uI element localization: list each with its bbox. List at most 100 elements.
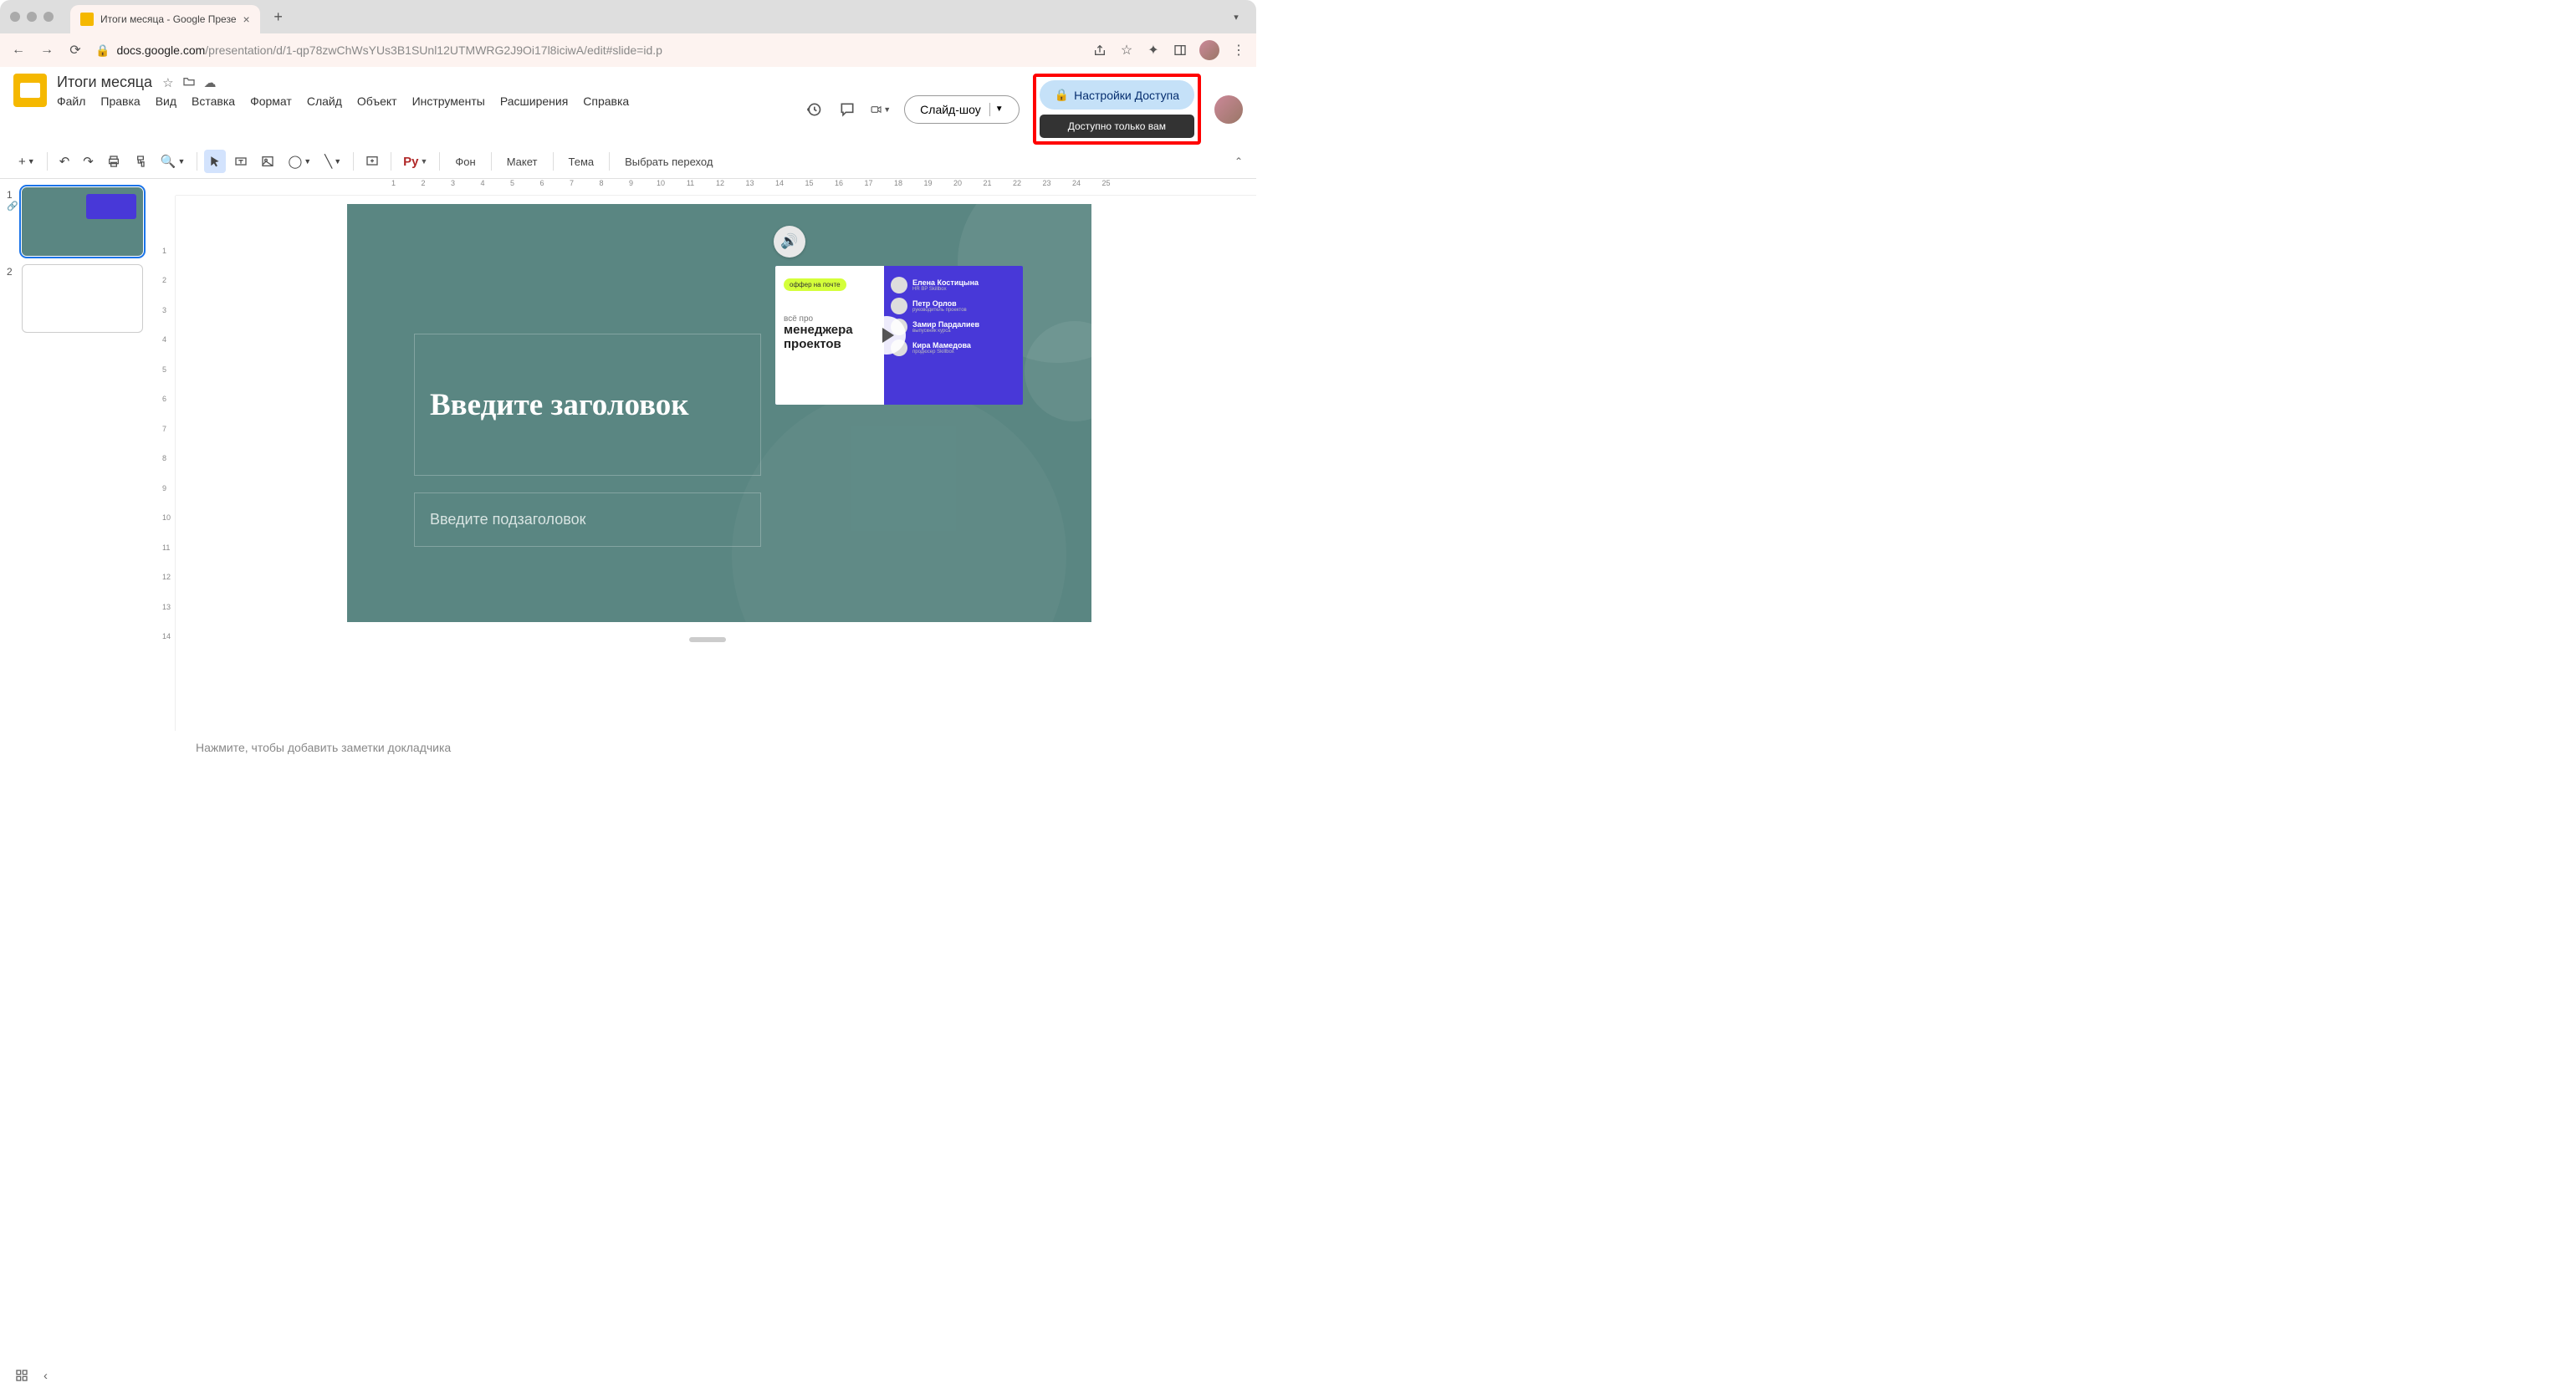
speaker-notes[interactable]: Нажмите, чтобы добавить заметки докладчи… xyxy=(176,731,1256,764)
slide-subtitle-placeholder[interactable]: Введите подзаголовок xyxy=(414,492,761,547)
new-slide-button[interactable]: + ▼ xyxy=(13,150,40,173)
audio-icon[interactable]: 🔊 xyxy=(774,226,805,258)
share-button[interactable]: 🔒 Настройки Доступа xyxy=(1040,80,1194,110)
history-icon[interactable] xyxy=(804,100,824,120)
share-page-icon[interactable] xyxy=(1092,43,1107,58)
slide-title-placeholder[interactable]: Введите заголовок xyxy=(414,334,761,476)
video-text-2: менеджера xyxy=(784,324,876,338)
lock-icon: 🔒 xyxy=(95,43,110,58)
collapse-toolbar-icon[interactable]: ⌃ xyxy=(1234,156,1243,167)
slide-thumbnail-1[interactable] xyxy=(22,187,143,256)
print-icon[interactable] xyxy=(102,150,125,173)
comment-add-icon[interactable] xyxy=(360,150,384,173)
person-avatar xyxy=(891,298,907,314)
profile-avatar[interactable] xyxy=(1199,40,1219,60)
notes-resize-handle[interactable] xyxy=(689,637,726,642)
horizontal-ruler: 1234567891011121314151617181920212223242… xyxy=(176,179,1256,196)
redo-icon[interactable]: ↷ xyxy=(78,150,99,173)
person-name: Елена Костицына xyxy=(912,279,979,287)
person-role: руководитель проектов xyxy=(912,308,967,313)
close-tab-icon[interactable]: × xyxy=(243,13,250,26)
slide-subtitle-text: Введите подзаголовок xyxy=(430,511,585,528)
move-icon[interactable] xyxy=(182,75,196,90)
paint-format-icon[interactable] xyxy=(129,150,152,173)
video-pill: оффер на почте xyxy=(784,278,846,291)
menu-tools[interactable]: Инструменты xyxy=(412,94,485,108)
video-thumbnail[interactable]: оффер на почте всё про менеджера проекто… xyxy=(775,266,1023,405)
menu-edit[interactable]: Правка xyxy=(100,94,140,108)
menu-extensions[interactable]: Расширения xyxy=(500,94,568,108)
slides-logo[interactable] xyxy=(13,74,47,107)
url-path: /presentation/d/1-qp78zwChWsYUs3B1SUnl12… xyxy=(205,43,662,57)
address-bar: ← → ⟳ 🔒 docs.google.com/presentation/d/1… xyxy=(0,33,1256,67)
account-avatar[interactable] xyxy=(1214,95,1243,124)
line-icon[interactable]: ╲▼ xyxy=(319,150,346,173)
background-button[interactable]: Фон xyxy=(447,151,483,172)
person-avatar xyxy=(891,277,907,293)
browser-menu-icon[interactable]: ⋮ xyxy=(1231,43,1246,58)
menu-object[interactable]: Объект xyxy=(357,94,397,108)
browser-tab[interactable]: Итоги месяца - Google Презе × xyxy=(70,5,260,33)
url-field[interactable]: 🔒 docs.google.com/presentation/d/1-qp78z… xyxy=(95,43,1081,58)
cloud-icon[interactable]: ☁ xyxy=(204,75,217,90)
menu-format[interactable]: Формат xyxy=(250,94,292,108)
person-role: HR BP Skillbox xyxy=(912,287,979,292)
image-icon[interactable] xyxy=(256,150,279,173)
collapse-filmstrip-icon[interactable]: ‹ xyxy=(43,1369,48,1383)
extensions-icon[interactable]: ✦ xyxy=(1146,43,1161,58)
menu-insert[interactable]: Вставка xyxy=(192,94,235,108)
slideshow-label: Слайд-шоу xyxy=(920,103,981,116)
chevron-down-icon: ▼ xyxy=(995,105,1004,114)
slides-favicon xyxy=(80,13,94,26)
slide-title-text: Введите заголовок xyxy=(430,387,689,423)
new-tab-button[interactable]: + xyxy=(267,5,290,28)
person-name: Кира Мамедова xyxy=(912,342,971,350)
share-highlight-annotation: 🔒 Настройки Доступа Доступно только вам xyxy=(1033,74,1201,145)
tabs-dropdown-icon[interactable]: ▾ xyxy=(1226,7,1246,27)
transition-button[interactable]: Выбрать переход xyxy=(616,151,721,172)
select-tool-icon[interactable] xyxy=(204,150,226,173)
menu-file[interactable]: Файл xyxy=(57,94,85,108)
window-controls xyxy=(10,12,54,22)
shape-icon[interactable]: ◯▼ xyxy=(283,150,316,173)
play-icon[interactable] xyxy=(867,316,906,355)
slide-number: 2 xyxy=(7,264,17,278)
slideshow-button[interactable]: Слайд-шоу ▼ xyxy=(904,95,1019,124)
minimize-window-icon[interactable] xyxy=(27,12,37,22)
url-host: docs.google.com xyxy=(116,43,205,57)
maximize-window-icon[interactable] xyxy=(43,12,54,22)
textbox-icon[interactable] xyxy=(229,150,253,173)
layout-button[interactable]: Макет xyxy=(498,151,546,172)
comments-icon[interactable] xyxy=(837,100,857,120)
star-icon[interactable]: ☆ xyxy=(162,75,173,90)
toolbar: + ▼ ↶ ↷ 🔍▼ ◯▼ ╲▼ Рy ▼ Фон Макет Тема Выб… xyxy=(0,145,1256,179)
menu-slide[interactable]: Слайд xyxy=(307,94,342,108)
slide-thumbnail-2[interactable] xyxy=(22,264,143,333)
menu-view[interactable]: Вид xyxy=(156,94,176,108)
filmstrip: 1 🔗 2 xyxy=(0,179,159,731)
doc-title[interactable]: Итоги месяца xyxy=(57,74,152,91)
undo-icon[interactable]: ↶ xyxy=(54,150,75,173)
bookmark-icon[interactable]: ☆ xyxy=(1119,43,1134,58)
person-role: выпускник курса xyxy=(912,329,979,334)
person-role: продюсер Skillbox xyxy=(912,350,971,355)
reload-icon[interactable]: ⟳ xyxy=(67,42,84,59)
share-tooltip: Доступно только вам xyxy=(1040,115,1194,138)
share-label: Настройки Доступа xyxy=(1074,89,1179,102)
back-icon[interactable]: ← xyxy=(10,43,27,58)
theme-button[interactable]: Тема xyxy=(560,151,603,172)
person-name: Замир Пардалиев xyxy=(912,321,979,329)
menu-help[interactable]: Справка xyxy=(583,94,629,108)
close-window-icon[interactable] xyxy=(10,12,20,22)
canvas-area: 1234567891011121314151617181920212223242… xyxy=(159,179,1256,731)
font-family-button[interactable]: Рy ▼ xyxy=(398,150,432,173)
explore-icon[interactable] xyxy=(15,1369,28,1383)
slide-canvas[interactable]: 🔊 оффер на почте всё про менеджера проек… xyxy=(347,204,1091,622)
lock-icon: 🔒 xyxy=(1055,88,1069,102)
slide-number: 1 xyxy=(7,187,17,201)
meet-icon[interactable]: ▼ xyxy=(871,100,891,120)
browser-tab-bar: Итоги месяца - Google Презе × + ▾ xyxy=(0,0,1256,33)
forward-icon[interactable]: → xyxy=(38,43,55,58)
sidepanel-icon[interactable] xyxy=(1173,43,1188,58)
zoom-icon[interactable]: 🔍▼ xyxy=(156,150,191,173)
